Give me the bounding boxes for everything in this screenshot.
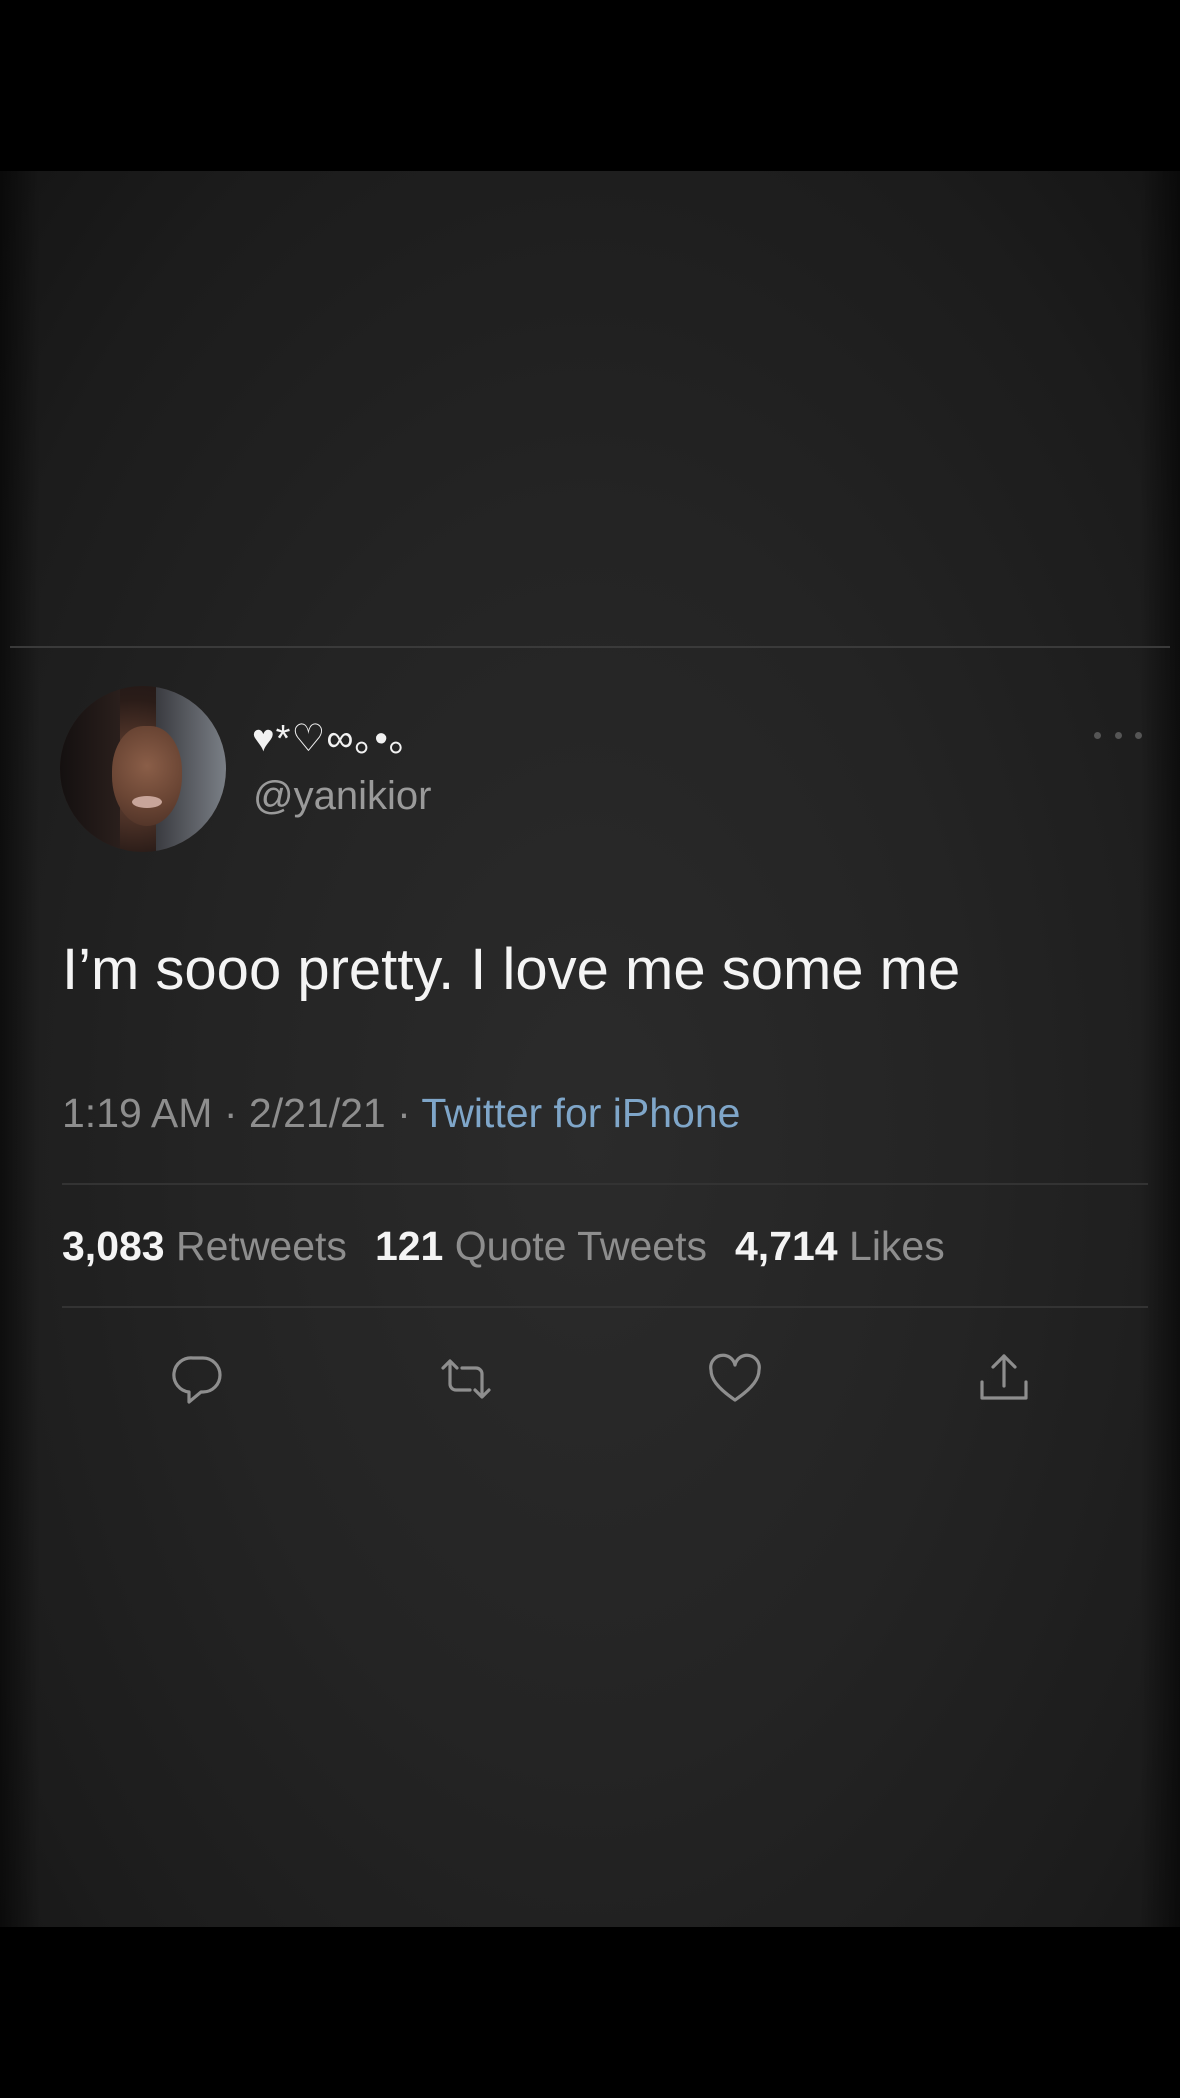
retweets-count: 3,083: [62, 1223, 165, 1269]
avatar-hair-left: [60, 686, 120, 852]
quotes-label: Quote Tweets: [454, 1223, 707, 1269]
more-horizontal-icon[interactable]: [1094, 728, 1142, 742]
meta-separator: ·: [397, 1090, 411, 1136]
more-dot: [1094, 731, 1101, 739]
tweet-meta: 1:19 AM · 2/21/21 · Twitter for iPhone: [62, 1093, 740, 1134]
user-handle[interactable]: @yanikior: [253, 776, 431, 816]
avatar-face: [112, 726, 182, 826]
reply-button[interactable]: [167, 1348, 229, 1410]
avatar[interactable]: [60, 686, 226, 852]
divider: [62, 1306, 1148, 1308]
retweets-label: Retweets: [176, 1223, 347, 1269]
tweet-date: 2/21/21: [248, 1090, 386, 1136]
share-button[interactable]: [973, 1348, 1035, 1410]
likes-stat[interactable]: 4,714 Likes: [735, 1223, 945, 1269]
display-name[interactable]: ♥*♡∞｡•｡: [252, 707, 409, 762]
tweet-text: I’m sooo pretty. I love me some me: [62, 937, 961, 1002]
action-bar: [0, 1348, 1180, 1408]
likes-count: 4,714: [735, 1223, 838, 1269]
quotes-count: 121: [374, 1223, 444, 1269]
share-icon: [980, 1354, 1028, 1400]
quotes-stat[interactable]: 121 Quote Tweets: [375, 1223, 707, 1269]
tweet-stats: 3,083 Retweets 121 Quote Tweets 4,714 Like…: [62, 1226, 945, 1267]
reply-icon: [172, 1356, 222, 1404]
avatar-lips: [132, 796, 162, 808]
retweets-stat[interactable]: 3,083 Retweets: [62, 1223, 347, 1269]
meta-separator: ·: [223, 1090, 238, 1136]
likes-label: Likes: [849, 1223, 945, 1269]
tweet-time: 1:19 AM: [62, 1090, 213, 1136]
divider: [62, 1183, 1148, 1185]
more-dot: [1135, 731, 1142, 739]
tweet-detail: ♥*♡∞｡•｡ @yanikior I’m sooo pretty. I lov…: [0, 0, 1180, 2098]
like-button[interactable]: [704, 1348, 766, 1410]
more-dot: [1114, 731, 1122, 739]
retweet-icon: [441, 1359, 491, 1399]
heart-icon: [709, 1353, 761, 1402]
display-name-row[interactable]: ♥*♡∞｡•｡: [252, 714, 409, 760]
tweet-source-link[interactable]: Twitter for iPhone: [421, 1090, 740, 1136]
retweet-button[interactable]: [435, 1348, 497, 1410]
